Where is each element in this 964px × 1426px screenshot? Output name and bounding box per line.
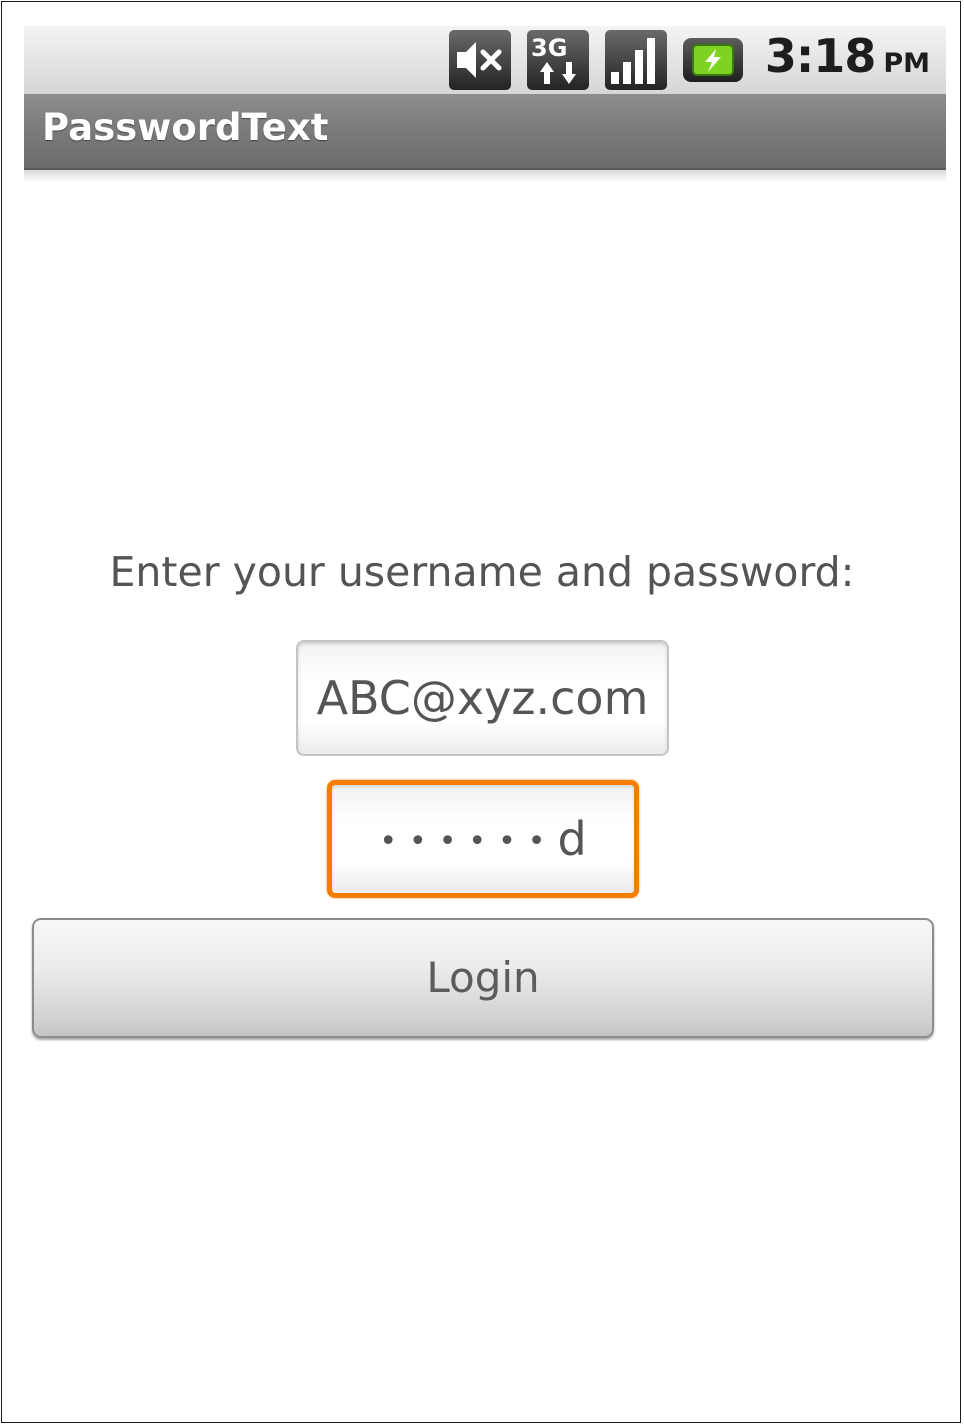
title-bar-shadow	[24, 170, 946, 182]
signal-strength-icon	[604, 30, 667, 90]
battery-charging-icon	[682, 38, 743, 82]
username-input[interactable]	[296, 640, 669, 756]
status-clock: 3:18 PM	[765, 26, 930, 94]
app-title-bar: PasswordText	[24, 94, 946, 170]
status-bar: 3G 3:18 PM	[24, 26, 946, 94]
login-prompt: Enter your username and password:	[109, 548, 855, 596]
3g-data-icon: 3G	[526, 30, 589, 90]
login-button[interactable]: Login	[32, 918, 934, 1038]
svg-text:3G: 3G	[531, 34, 567, 62]
clock-ampm: PM	[883, 48, 930, 79]
clock-time: 3:18	[764, 29, 876, 83]
password-mask: ••••••	[379, 823, 558, 859]
sound-muted-icon	[448, 30, 511, 90]
status-icons: 3G 3:18 PM	[433, 29, 930, 90]
password-input[interactable]: •••••• d	[327, 780, 639, 898]
app-title: PasswordText	[42, 106, 329, 149]
password-last-char: d	[557, 812, 587, 866]
